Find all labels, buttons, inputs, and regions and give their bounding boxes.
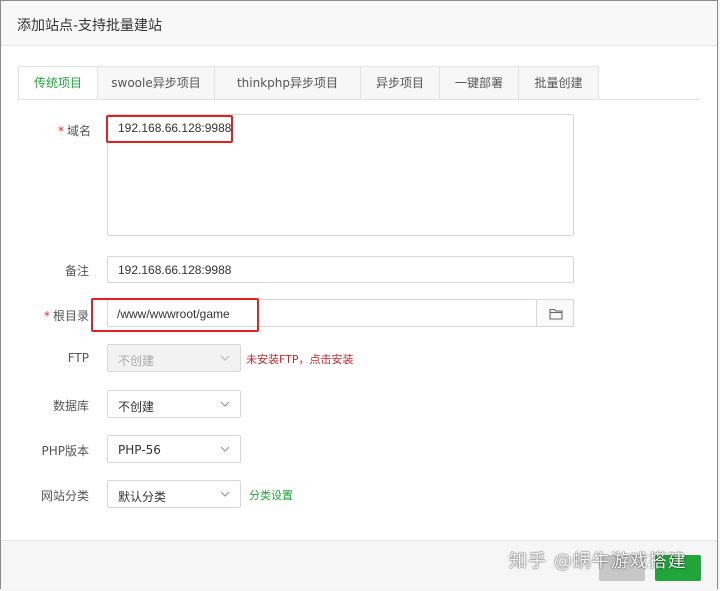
category-settings-link[interactable]: 分类设置 — [249, 487, 293, 503]
php-version-select[interactable]: PHP-56 — [107, 435, 241, 463]
tab-traditional[interactable]: 传统项目 — [18, 66, 98, 100]
tab-one-click-deploy[interactable]: 一键部署 — [440, 66, 519, 100]
tab-swoole[interactable]: swoole异步项目 — [98, 66, 215, 100]
php-version-selected: PHP-56 — [118, 443, 161, 457]
tab-batch-create[interactable]: 批量创建 — [519, 66, 599, 100]
ftp-selected: 不创建 — [118, 354, 155, 368]
root-dir-label: * 根目录 — [43, 309, 89, 323]
php-version-label: PHP版本 — [41, 444, 90, 458]
root-dir-highlight-box — [91, 298, 259, 332]
database-select[interactable]: 不创建 — [107, 390, 241, 418]
site-category-label: 网站分类 — [40, 489, 89, 503]
chevron-down-icon — [220, 491, 230, 497]
chevron-down-icon — [220, 446, 230, 452]
domain-highlight-box — [106, 115, 233, 143]
add-site-dialog: 添加站点-支持批量建站 传统项目 swoole异步项目 thinkphp异步项目… — [0, 0, 718, 589]
dialog-title: 添加站点-支持批量建站 — [17, 18, 163, 34]
domain-label: * 域名 — [57, 124, 91, 138]
ftp-label: FTP — [67, 351, 89, 365]
chevron-down-icon — [220, 401, 230, 407]
required-mark: * — [43, 309, 50, 323]
watermark: 知乎 @蜗牛游戏搭建 — [509, 551, 687, 572]
remark-value: 192.168.66.128:9988 — [118, 263, 232, 277]
ftp-select[interactable]: 不创建 — [107, 344, 241, 372]
site-category-selected: 默认分类 — [118, 490, 167, 504]
required-mark: * — [57, 124, 64, 138]
tab-thinkphp[interactable]: thinkphp异步项目 — [215, 66, 361, 100]
tabs-divider — [18, 99, 700, 100]
ftp-install-link[interactable]: 未安装FTP，点击安装 — [246, 351, 354, 367]
database-label: 数据库 — [52, 399, 89, 413]
database-selected: 不创建 — [118, 400, 155, 414]
tab-async[interactable]: 异步项目 — [361, 66, 440, 100]
remark-label: 备注 — [64, 264, 89, 278]
site-category-select[interactable]: 默认分类 — [107, 480, 241, 508]
chevron-down-icon — [220, 355, 230, 361]
dialog-titlebar: 添加站点-支持批量建站 — [1, 1, 717, 46]
folder-icon — [549, 308, 563, 320]
project-type-tabs: 传统项目 swoole异步项目 thinkphp异步项目 异步项目 一键部署 批… — [18, 66, 599, 100]
browse-folder-button[interactable] — [536, 299, 574, 327]
